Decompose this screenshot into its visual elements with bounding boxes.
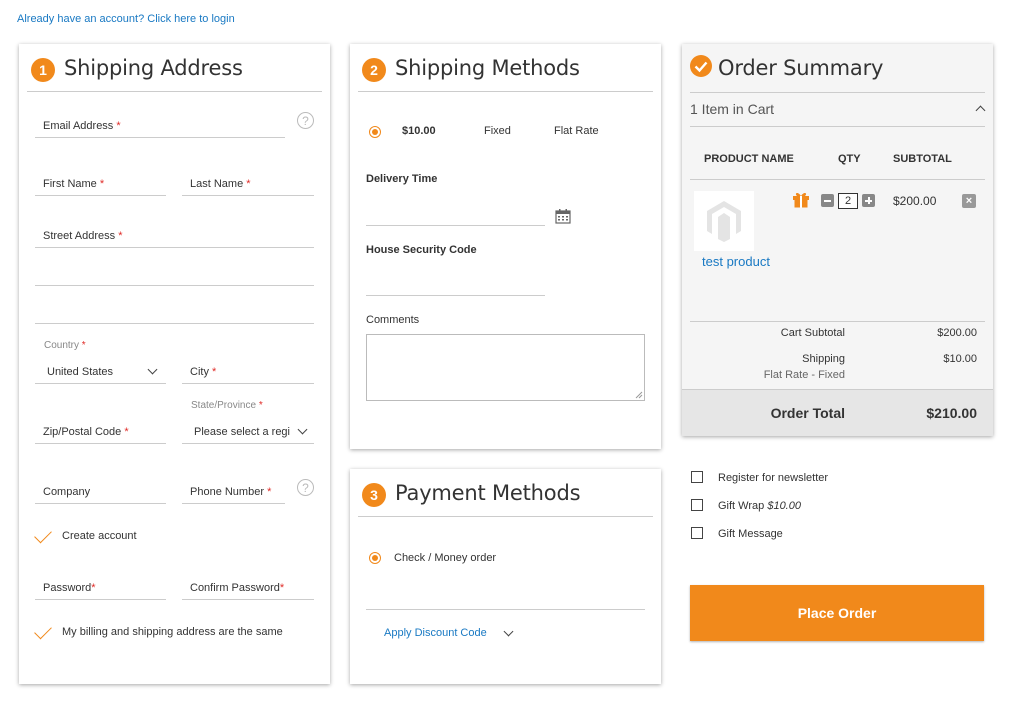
panel-title: Payment Methods <box>395 480 581 505</box>
shipping-methods-header: 2 Shipping Methods <box>358 44 653 92</box>
place-order-button[interactable]: Place Order <box>690 585 984 641</box>
gift-message-checkbox[interactable] <box>691 527 703 539</box>
email-help-icon[interactable]: ? <box>297 112 314 129</box>
items-in-cart-toggle[interactable]: 1 Item in Cart <box>690 101 774 117</box>
payment-methods-header: 3 Payment Methods <box>358 469 653 517</box>
shipping-carrier-name: Flat Rate <box>554 125 599 137</box>
subtotal-header: SUBTOTAL <box>893 153 952 165</box>
panel-title: Shipping Methods <box>395 55 580 80</box>
shipping-label: Shipping <box>802 353 845 365</box>
step-number: 1 <box>31 57 55 82</box>
chevron-up-icon[interactable] <box>975 105 986 116</box>
magento-logo-icon <box>707 201 741 242</box>
product-name-header: PRODUCT NAME <box>704 153 794 165</box>
shipping-price: $10.00 <box>402 125 436 137</box>
delivery-time-label: Delivery Time <box>366 173 438 185</box>
checkmark-circle-icon <box>690 55 712 77</box>
country-select[interactable]: United States <box>35 356 166 384</box>
billing-same-label[interactable]: My billing and shipping address are the … <box>62 626 283 638</box>
street-address-field[interactable]: Street Address * <box>35 220 314 248</box>
shipping-value: $10.00 <box>943 353 977 365</box>
qty-input[interactable]: 2 <box>838 193 858 209</box>
comments-textarea[interactable] <box>366 334 645 401</box>
create-account-check-icon[interactable] <box>34 525 52 544</box>
security-code-field[interactable] <box>366 268 545 296</box>
state-label: State/Province * <box>191 400 263 411</box>
order-summary-panel: Order Summary 1 Item in Cart PRODUCT NAM… <box>682 44 993 436</box>
gift-wrap-price: $10.00 <box>767 500 801 512</box>
payment-method-label[interactable]: Check / Money order <box>394 552 496 564</box>
summary-title-divider <box>690 92 985 93</box>
delivery-time-field[interactable] <box>366 198 545 226</box>
gift-wrap-label[interactable]: Gift Wrap $10.00 <box>718 500 801 512</box>
street-address-line-2[interactable] <box>35 258 314 286</box>
shipping-methods-panel: 2 Shipping Methods $10.00 Fixed Flat Rat… <box>350 44 661 449</box>
shipping-address-panel: 1 Shipping Address Email Address * ? Fir… <box>19 44 330 684</box>
create-account-label[interactable]: Create account <box>62 530 137 542</box>
product-thumbnail[interactable] <box>694 191 754 251</box>
qty-decrease-button[interactable] <box>821 194 834 207</box>
zip-field[interactable]: Zip/Postal Code * <box>35 416 166 444</box>
chevron-down-icon[interactable] <box>503 626 514 637</box>
gift-icon[interactable] <box>792 191 810 208</box>
first-name-field[interactable]: First Name * <box>35 168 166 196</box>
step-number: 3 <box>362 482 386 507</box>
order-summary-title: Order Summary <box>718 56 884 80</box>
shipping-method-detail: Flat Rate - Fixed <box>763 369 845 381</box>
cart-subtotal-value: $200.00 <box>937 327 977 339</box>
order-total-label: Order Total <box>770 405 845 421</box>
cart-subtotal-label: Cart Subtotal <box>780 327 845 339</box>
step-number: 2 <box>362 57 386 82</box>
totals-divider <box>690 321 985 322</box>
gift-wrap-checkbox[interactable] <box>691 499 703 511</box>
street-address-line-3[interactable] <box>35 296 314 324</box>
apply-discount-link[interactable]: Apply Discount Code <box>384 627 487 639</box>
city-field[interactable]: City * <box>182 356 314 384</box>
phone-help-icon[interactable]: ? <box>297 479 314 496</box>
panel-title: Shipping Address <box>64 55 243 80</box>
remove-item-button[interactable]: × <box>962 194 976 208</box>
product-name-link[interactable]: test product <box>702 254 770 269</box>
email-field[interactable]: Email Address * <box>35 110 285 138</box>
shipping-address-header: 1 Shipping Address <box>27 44 322 92</box>
shipping-method-name: Fixed <box>484 125 511 137</box>
password-field[interactable]: Password* <box>35 572 166 600</box>
calendar-icon[interactable] <box>555 208 571 224</box>
security-code-label: House Security Code <box>366 244 477 256</box>
qty-increase-button[interactable] <box>862 194 875 207</box>
billing-same-check-icon[interactable] <box>34 621 52 640</box>
chevron-down-icon <box>297 424 308 435</box>
last-name-field[interactable]: Last Name * <box>182 168 314 196</box>
product-subtotal: $200.00 <box>893 194 937 208</box>
country-label: Country * <box>44 340 86 351</box>
confirm-password-field[interactable]: Confirm Password* <box>182 572 314 600</box>
payment-method-radio[interactable] <box>369 552 381 564</box>
order-total-value: $210.00 <box>926 405 977 421</box>
order-total-row: Order Total $210.00 <box>682 389 993 436</box>
payment-methods-panel: 3 Payment Methods Check / Money order Ap… <box>350 469 661 684</box>
gift-message-label[interactable]: Gift Message <box>718 528 783 540</box>
shipping-method-radio[interactable] <box>369 126 381 138</box>
newsletter-label[interactable]: Register for newsletter <box>718 472 828 484</box>
company-field[interactable]: Company <box>35 476 166 504</box>
table-divider <box>690 179 985 180</box>
state-select[interactable]: Please select a regi <box>182 416 314 444</box>
payment-divider <box>366 609 645 610</box>
newsletter-checkbox[interactable] <box>691 471 703 483</box>
chevron-down-icon <box>147 364 158 375</box>
items-divider <box>690 126 985 127</box>
resize-handle-icon[interactable] <box>635 391 643 399</box>
qty-header: QTY <box>838 153 861 165</box>
comments-label: Comments <box>366 314 420 326</box>
phone-field[interactable]: Phone Number * <box>182 476 285 504</box>
login-link[interactable]: Already have an account? Click here to l… <box>17 13 235 25</box>
